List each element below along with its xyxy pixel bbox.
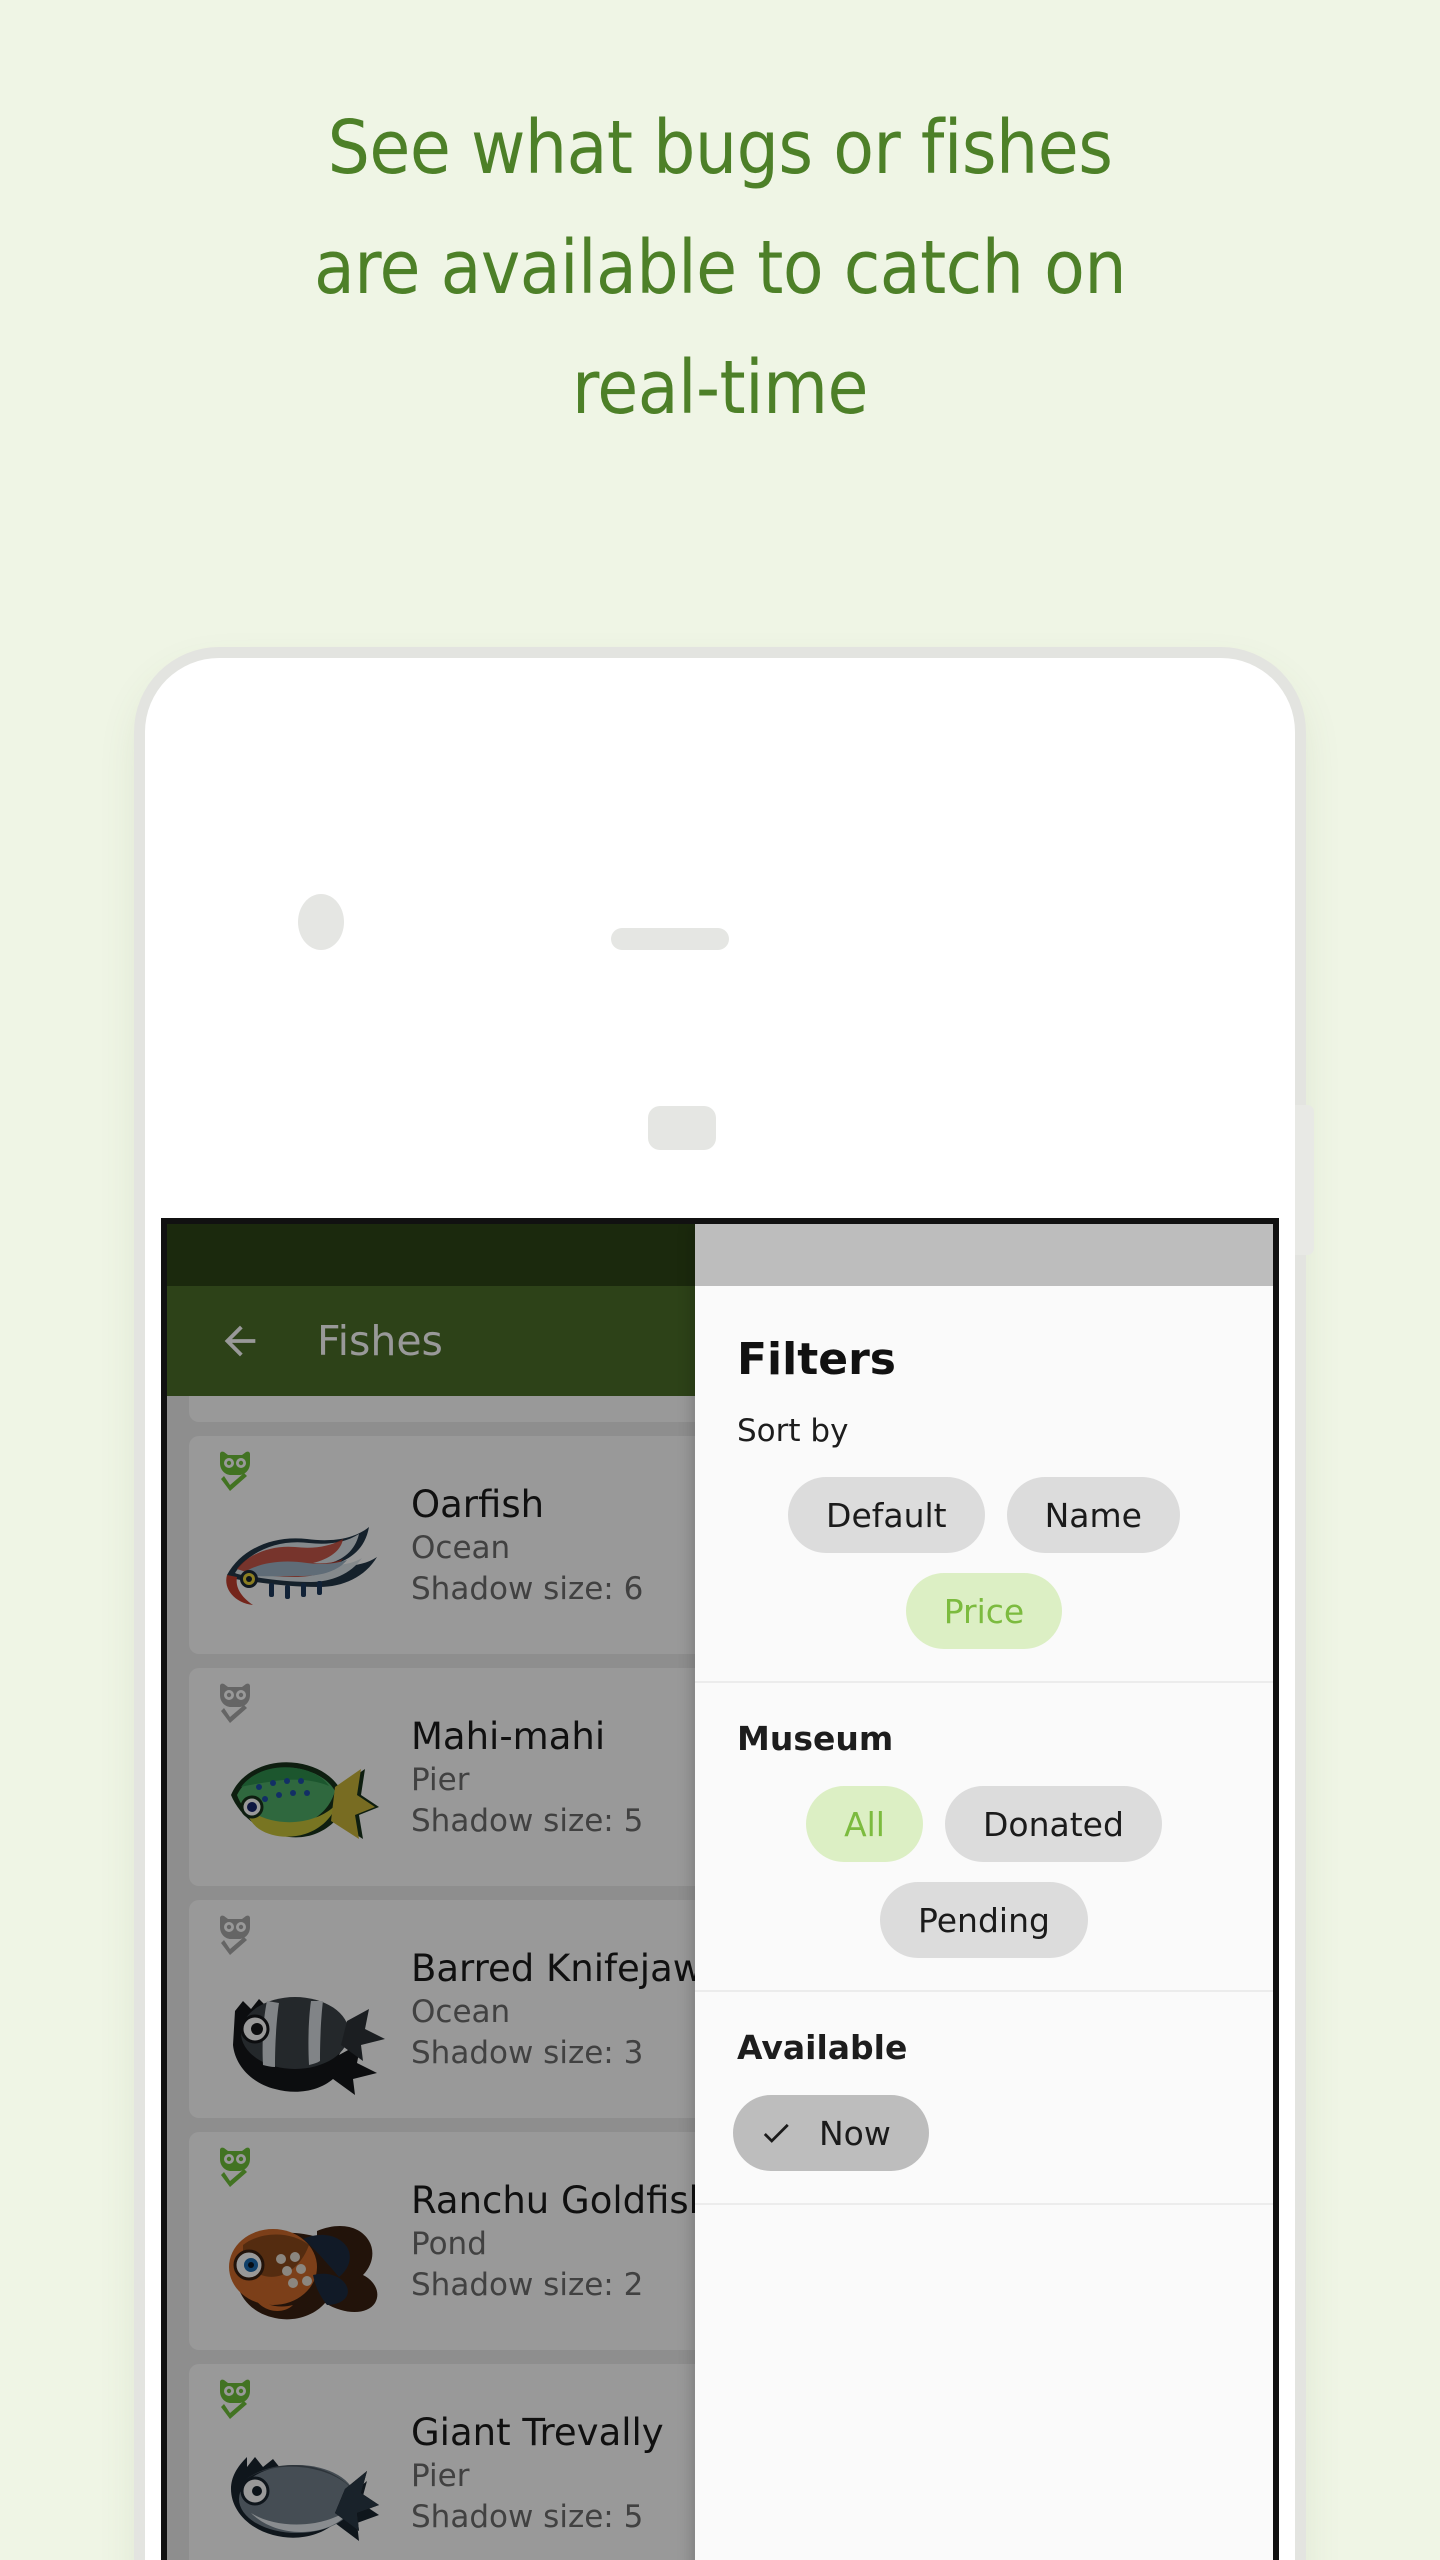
sheet-status-bar [695,1224,1273,1286]
app-bar-title: Fishes [317,1317,443,1365]
fish-thumbnail [207,2411,393,2560]
chip-sort-price[interactable]: Price [905,1573,1063,1649]
filters-panel-empty-space [695,2205,1273,2560]
filters-panel: Filters Sort by Default Name Price Museu… [695,1224,1273,2560]
fish-location: Ocean [411,1994,511,2031]
fish-thumbnail [207,2179,393,2329]
chip-sort-default[interactable]: Default [788,1477,985,1553]
fish-shadow-size: Shadow size: 5 [411,2498,644,2535]
power-button-icon[interactable] [1295,1105,1314,1255]
filter-section-museum: Museum All Donated Pending [695,1683,1273,1992]
proximity-sensor-icon [648,1106,716,1150]
filter-section-available: Available Now [695,1992,1273,2205]
fish-shadow-size: Shadow size: 3 [411,2034,644,2071]
fish-location: Ocean [411,1530,511,1567]
section-label-available: Available [737,2028,908,2067]
fish-name: Mahi-mahi [411,1715,606,1759]
fish-shadow-size: Shadow size: 6 [411,1570,644,1607]
fish-shadow-size: Shadow size: 5 [411,1802,644,1839]
check-icon [759,2116,793,2150]
chip-museum-donated[interactable]: Donated [944,1786,1162,1862]
earpiece-speaker-icon [611,928,729,950]
phone-screen: Fishes Oarfish Ocean Shadow size: 6 Mahi… [161,1218,1279,2560]
front-camera-icon [298,894,344,950]
chip-museum-pending[interactable]: Pending [880,1882,1088,1958]
fish-thumbnail [207,1483,393,1633]
fish-thumbnail [207,1947,393,2097]
section-label-museum: Museum [737,1719,894,1758]
chip-available-now[interactable]: Now [733,2095,929,2171]
arrow-left-icon[interactable] [215,1316,265,1366]
fish-name: Giant Trevally [411,2411,664,2455]
chip-museum-all[interactable]: All [806,1786,923,1862]
fish-shadow-size: Shadow size: 2 [411,2266,644,2303]
fish-location: Pond [411,2226,487,2263]
fish-name: Barred Knifejaw [411,1947,704,1991]
fish-name: Oarfish [411,1483,545,1527]
page-title: See what bugs or fishes are available to… [0,88,1440,448]
section-label-sort-by: Sort by [737,1413,849,1449]
headline-line-1: See what bugs or fishes [327,105,1113,191]
fish-location: Pier [411,1762,470,1799]
phone-mockup: Fishes Oarfish Ocean Shadow size: 6 Mahi… [145,658,1314,2560]
promo-screenshot: See what bugs or fishes are available to… [0,0,1440,2560]
chip-available-now-label: Now [819,2113,891,2153]
chip-sort-name[interactable]: Name [1006,1477,1180,1553]
filter-section-sort-by: Sort by Default Name Price [695,1385,1273,1683]
headline-line-2: are available to catch on [313,225,1127,311]
fish-thumbnail [207,1715,393,1865]
fish-name: Ranchu Goldfish [411,2179,713,2223]
fish-location: Pier [411,2458,470,2495]
filters-title: Filters [737,1334,896,1385]
headline-line-3: real-time [572,345,868,431]
